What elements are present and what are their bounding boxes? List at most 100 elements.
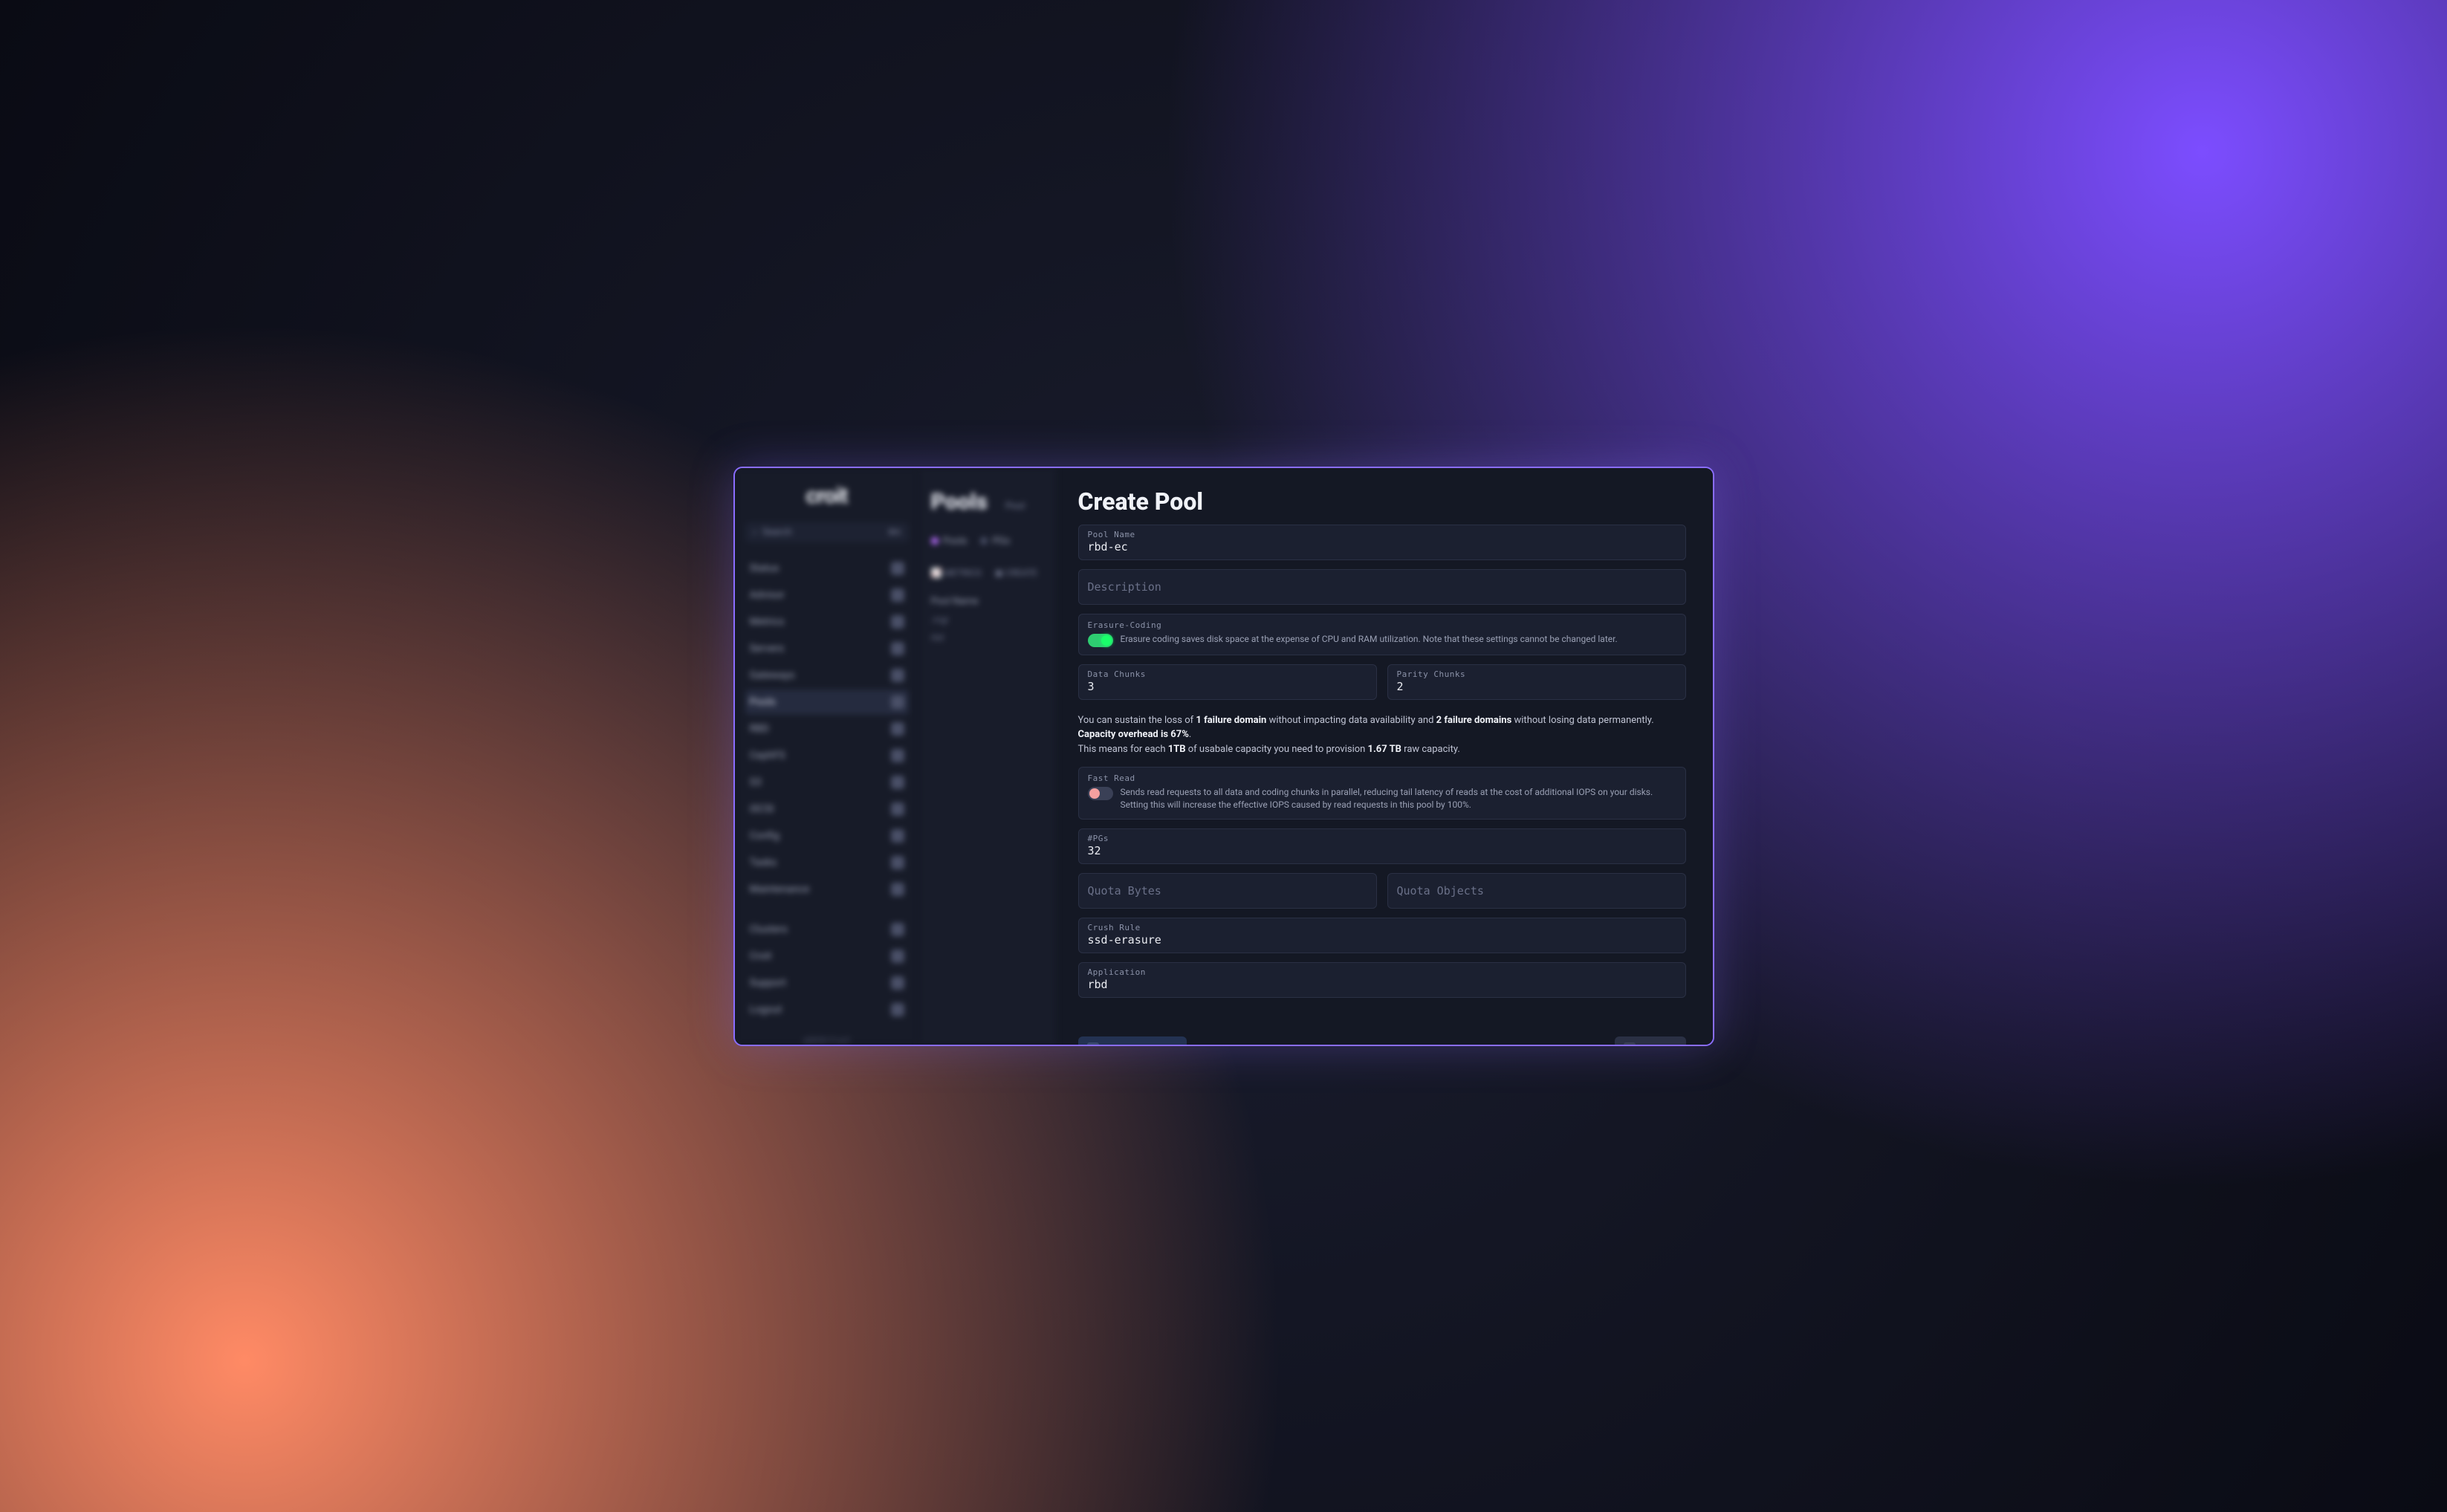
sidebar-item-label: Logout <box>750 1004 782 1016</box>
sidebar-item-label: CephFS <box>750 750 785 762</box>
tab-dot-icon <box>931 537 939 545</box>
data-chunks-input[interactable] <box>1088 680 1367 693</box>
sidebar-item[interactable]: S3 <box>745 770 909 795</box>
logo: croit <box>745 483 909 509</box>
sidebar-item[interactable]: Status <box>745 556 909 581</box>
sidebar-item[interactable]: Servers <box>745 636 909 661</box>
page-title: Create Pool <box>1078 487 1686 516</box>
tab-pools[interactable]: Pools <box>931 536 968 547</box>
tab-pgs-label: PGs <box>992 536 1010 547</box>
sidebar-item[interactable]: RBD <box>745 716 909 742</box>
data-chunks-label: Data Chunks <box>1088 669 1367 679</box>
nav-icon <box>891 856 904 869</box>
erasure-coding-field: Erasure-Coding Erasure coding saves disk… <box>1078 614 1686 655</box>
close-button[interactable]: × CLOSE <box>1615 1036 1685 1045</box>
sidebar-item-label: iSCSI <box>750 803 774 815</box>
nav-icon <box>891 615 904 629</box>
sidebar-item-label: Support <box>750 977 786 989</box>
sidebar-footer: v2310-11-rc1 <box>745 1036 909 1045</box>
quota-bytes-placeholder: Quota Bytes <box>1088 884 1367 898</box>
sidebar-item[interactable]: Gateways <box>745 663 909 688</box>
parity-chunks-label: Parity Chunks <box>1397 669 1676 679</box>
nav-icon <box>891 829 904 843</box>
erasure-coding-label: Erasure-Coding <box>1088 620 1676 630</box>
pgs-label: #PGs <box>1088 834 1676 843</box>
sidebar-item[interactable]: Maintenance <box>745 877 909 902</box>
nav-icon <box>891 695 904 709</box>
crush-rule-field[interactable]: Crush Rule <box>1078 918 1686 953</box>
tab-dot-icon <box>980 537 988 545</box>
application-input[interactable] <box>1088 978 1676 991</box>
sidebar-item[interactable]: Croit <box>745 944 909 969</box>
nav-icon <box>891 722 904 736</box>
sidebar-item[interactable]: Clusters <box>745 917 909 942</box>
sidebar-item-label: Config <box>750 830 780 842</box>
sidebar-item-label: S3 <box>750 776 762 788</box>
search-placeholder: Search <box>762 527 884 538</box>
nav-icon <box>891 802 904 816</box>
pool-name-field[interactable]: Pool Name <box>1078 525 1686 560</box>
search-kbd: ⌘K <box>888 528 901 537</box>
description-placeholder: Description <box>1088 580 1676 594</box>
mid-create[interactable]: ▣ CREATE <box>995 568 1037 578</box>
sidebar-item[interactable]: Logout <box>745 997 909 1022</box>
sidebar-item-label: RBD <box>750 723 770 735</box>
sidebar-item-label: Tasks <box>750 857 777 869</box>
pool-name-input[interactable] <box>1088 540 1676 554</box>
nav-icon <box>891 669 904 682</box>
sidebar-item[interactable]: Metrics <box>745 609 909 635</box>
quota-bytes-field[interactable]: Quota Bytes <box>1078 873 1377 909</box>
sidebar-item[interactable]: iSCSI <box>745 796 909 822</box>
app-window: croit ⌕ Search ⌘K Status AdvisorMetrics Se… <box>733 467 1714 1046</box>
crush-rule-input[interactable] <box>1088 933 1676 947</box>
close-icon: × <box>1624 1042 1636 1045</box>
application-field[interactable]: Application <box>1078 962 1686 998</box>
quota-objects-placeholder: Quota Objects <box>1397 884 1676 898</box>
data-chunks-field[interactable]: Data Chunks <box>1078 664 1377 700</box>
pgs-input[interactable] <box>1088 844 1676 857</box>
sidebar-item[interactable]: Tasks <box>745 850 909 875</box>
sidebar-item-label: Croit <box>750 950 772 962</box>
sidebar-item-label: Maintenance <box>750 883 810 895</box>
mid-list-header: Pool Name <box>931 596 1044 607</box>
plus-icon: + <box>1087 1042 1099 1045</box>
sidebar-item-label: Status <box>750 562 780 574</box>
nav-icon <box>891 642 904 655</box>
list-item[interactable]: .mgr <box>931 614 1044 625</box>
search-input[interactable]: ⌕ Search ⌘K <box>745 522 909 542</box>
list-item[interactable]: rbd <box>931 632 1044 643</box>
fast-read-field: Fast Read Sends read requests to all dat… <box>1078 767 1686 820</box>
nav-icon <box>891 976 904 990</box>
fast-read-toggle[interactable] <box>1088 787 1113 800</box>
nav-icon <box>891 562 904 575</box>
nav-icon <box>891 776 904 789</box>
create-pool-button[interactable]: + CREATE POOL <box>1078 1036 1187 1045</box>
sidebar: croit ⌕ Search ⌘K Status AdvisorMetrics Se… <box>735 468 919 1045</box>
nav-icon <box>891 749 904 762</box>
nav-icon <box>891 923 904 936</box>
sidebar-item-label: Servers <box>750 643 785 655</box>
tab-pgs[interactable]: PGs <box>980 536 1010 547</box>
close-button-label: CLOSE <box>1641 1042 1676 1044</box>
sidebar-item[interactable]: Advisor <box>745 583 909 608</box>
sidebar-item-label: Clusters <box>750 924 788 935</box>
nav-icon <box>891 950 904 963</box>
mid-metrics[interactable]: 📈 METRICS <box>931 568 982 578</box>
quota-objects-field[interactable]: Quota Objects <box>1387 873 1686 909</box>
mid-column: Pools Pool Pools PGs 📈 METRICS ▣ CREATE … <box>919 468 1056 1045</box>
erasure-coding-toggle[interactable] <box>1088 634 1113 647</box>
pool-name-label: Pool Name <box>1088 530 1676 539</box>
sidebar-item[interactable]: CephFS <box>745 743 909 768</box>
sidebar-item[interactable]: Support <box>745 970 909 996</box>
parity-chunks-input[interactable] <box>1397 680 1676 693</box>
fast-read-label: Fast Read <box>1088 773 1676 783</box>
crush-rule-label: Crush Rule <box>1088 923 1676 932</box>
sidebar-item[interactable]: Config <box>745 823 909 849</box>
mid-subtitle: Pool <box>1005 501 1025 512</box>
parity-chunks-field[interactable]: Parity Chunks <box>1387 664 1686 700</box>
pgs-field[interactable]: #PGs <box>1078 828 1686 864</box>
nav-icon <box>891 588 904 602</box>
description-field[interactable]: Description <box>1078 569 1686 605</box>
fast-read-desc: Sends read requests to all data and codi… <box>1121 786 1676 811</box>
sidebar-item[interactable]: Pools <box>745 690 909 715</box>
